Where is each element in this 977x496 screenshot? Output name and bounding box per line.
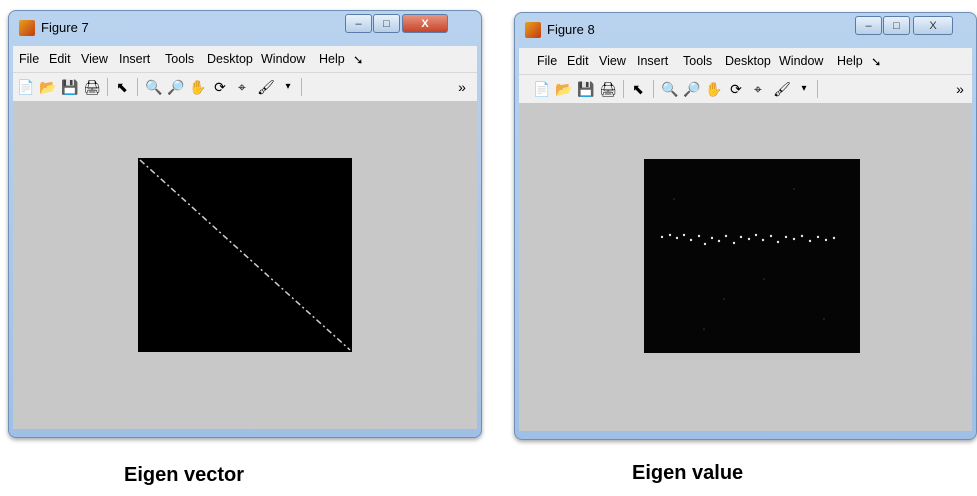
menu-desktop[interactable]: Desktop [207, 52, 257, 66]
brush-icon[interactable]: 🖌 [257, 78, 275, 96]
eigen-vector-image [138, 158, 352, 352]
close-button[interactable]: X [402, 14, 448, 33]
figure-toolbar: 📄 📂 💾 🖨 ⬉ 🔍 🔎 ✋ ⟳ ⌖ 🖌 ▾ » [13, 73, 477, 102]
brush-dropdown-icon[interactable]: ▾ [795, 80, 813, 98]
toolbar-separator [623, 80, 624, 98]
minimize-button[interactable]: – [855, 16, 882, 35]
data-cursor-icon[interactable]: ⌖ [233, 78, 251, 96]
toolbar-separator [107, 78, 108, 96]
menu-window[interactable]: Window [779, 54, 833, 68]
pointer-icon[interactable]: ⬉ [629, 80, 647, 98]
title-bar[interactable]: Figure 8 – □ X [515, 13, 976, 47]
eigen-vector-caption: Eigen vector [124, 464, 245, 486]
menu-overflow-icon[interactable]: ➘ [871, 54, 881, 69]
matlab-icon [525, 22, 541, 38]
pointer-icon[interactable]: ⬉ [113, 78, 131, 96]
maximize-button[interactable]: □ [883, 16, 910, 35]
menu-overflow-icon[interactable]: ➘ [353, 52, 363, 67]
new-file-icon[interactable]: 📄 [533, 80, 551, 98]
figure-8-window: Figure 8 – □ X File Edit View Insert Too… [514, 12, 977, 440]
menu-desktop[interactable]: Desktop [725, 54, 775, 68]
menu-insert[interactable]: Insert [637, 54, 668, 68]
rotate-3d-icon[interactable]: ⟳ [211, 78, 229, 96]
menu-view[interactable]: View [81, 52, 108, 66]
print-icon[interactable]: 🖨 [599, 80, 617, 98]
figure-toolbar: 📄 📂 💾 🖨 ⬉ 🔍 🔎 ✋ ⟳ ⌖ 🖌 ▾ » [519, 75, 972, 104]
toolbar-separator [137, 78, 138, 96]
save-icon[interactable]: 💾 [61, 78, 79, 96]
menu-edit[interactable]: Edit [49, 52, 71, 66]
zoom-out-icon[interactable]: 🔎 [683, 80, 701, 98]
menu-tools[interactable]: Tools [683, 54, 712, 68]
brush-icon[interactable]: 🖌 [773, 80, 791, 98]
toolbar-overflow-button[interactable]: » [453, 78, 471, 96]
menu-edit[interactable]: Edit [567, 54, 589, 68]
menu-file[interactable]: File [537, 54, 557, 68]
new-file-icon[interactable]: 📄 [17, 78, 35, 96]
menu-bar: File Edit View Insert Tools Desktop Wind… [519, 48, 972, 75]
close-button[interactable]: X [913, 16, 953, 35]
open-folder-icon[interactable]: 📂 [39, 78, 57, 96]
eigen-value-dots-plot [660, 188, 836, 330]
pan-hand-icon[interactable]: ✋ [189, 78, 207, 96]
toolbar-separator [653, 80, 654, 98]
menu-bar: File Edit View Insert Tools Desktop Wind… [13, 46, 477, 73]
brush-dropdown-icon[interactable]: ▾ [279, 78, 297, 96]
menu-window[interactable]: Window [261, 52, 315, 66]
diagonal-line-plot [139, 159, 351, 351]
title-bar[interactable]: Figure 7 – □ X [9, 11, 481, 45]
open-folder-icon[interactable]: 📂 [555, 80, 573, 98]
print-icon[interactable]: 🖨 [83, 78, 101, 96]
eigen-value-caption: Eigen value [632, 462, 744, 484]
toolbar-separator [301, 78, 302, 96]
maximize-button[interactable]: □ [373, 14, 400, 33]
toolbar-overflow-button[interactable]: » [951, 80, 969, 98]
menu-view[interactable]: View [599, 54, 626, 68]
figure-7-window: Figure 7 – □ X File Edit View Insert Too… [8, 10, 482, 438]
data-cursor-icon[interactable]: ⌖ [749, 80, 767, 98]
window-title: Figure 8 [547, 22, 595, 37]
menu-help[interactable]: Help [837, 54, 863, 68]
minimize-button[interactable]: – [345, 14, 372, 33]
menu-insert[interactable]: Insert [119, 52, 150, 66]
zoom-in-icon[interactable]: 🔍 [661, 80, 679, 98]
menu-help[interactable]: Help [319, 52, 345, 66]
window-title: Figure 7 [41, 20, 89, 35]
pan-hand-icon[interactable]: ✋ [705, 80, 723, 98]
figure-canvas [13, 102, 477, 429]
zoom-in-icon[interactable]: 🔍 [145, 78, 163, 96]
toolbar-separator [817, 80, 818, 98]
menu-tools[interactable]: Tools [165, 52, 194, 66]
figure-canvas [519, 104, 972, 431]
eigen-value-image [644, 159, 860, 353]
rotate-3d-icon[interactable]: ⟳ [727, 80, 745, 98]
save-icon[interactable]: 💾 [577, 80, 595, 98]
menu-file[interactable]: File [19, 52, 39, 66]
matlab-icon [19, 20, 35, 36]
zoom-out-icon[interactable]: 🔎 [167, 78, 185, 96]
